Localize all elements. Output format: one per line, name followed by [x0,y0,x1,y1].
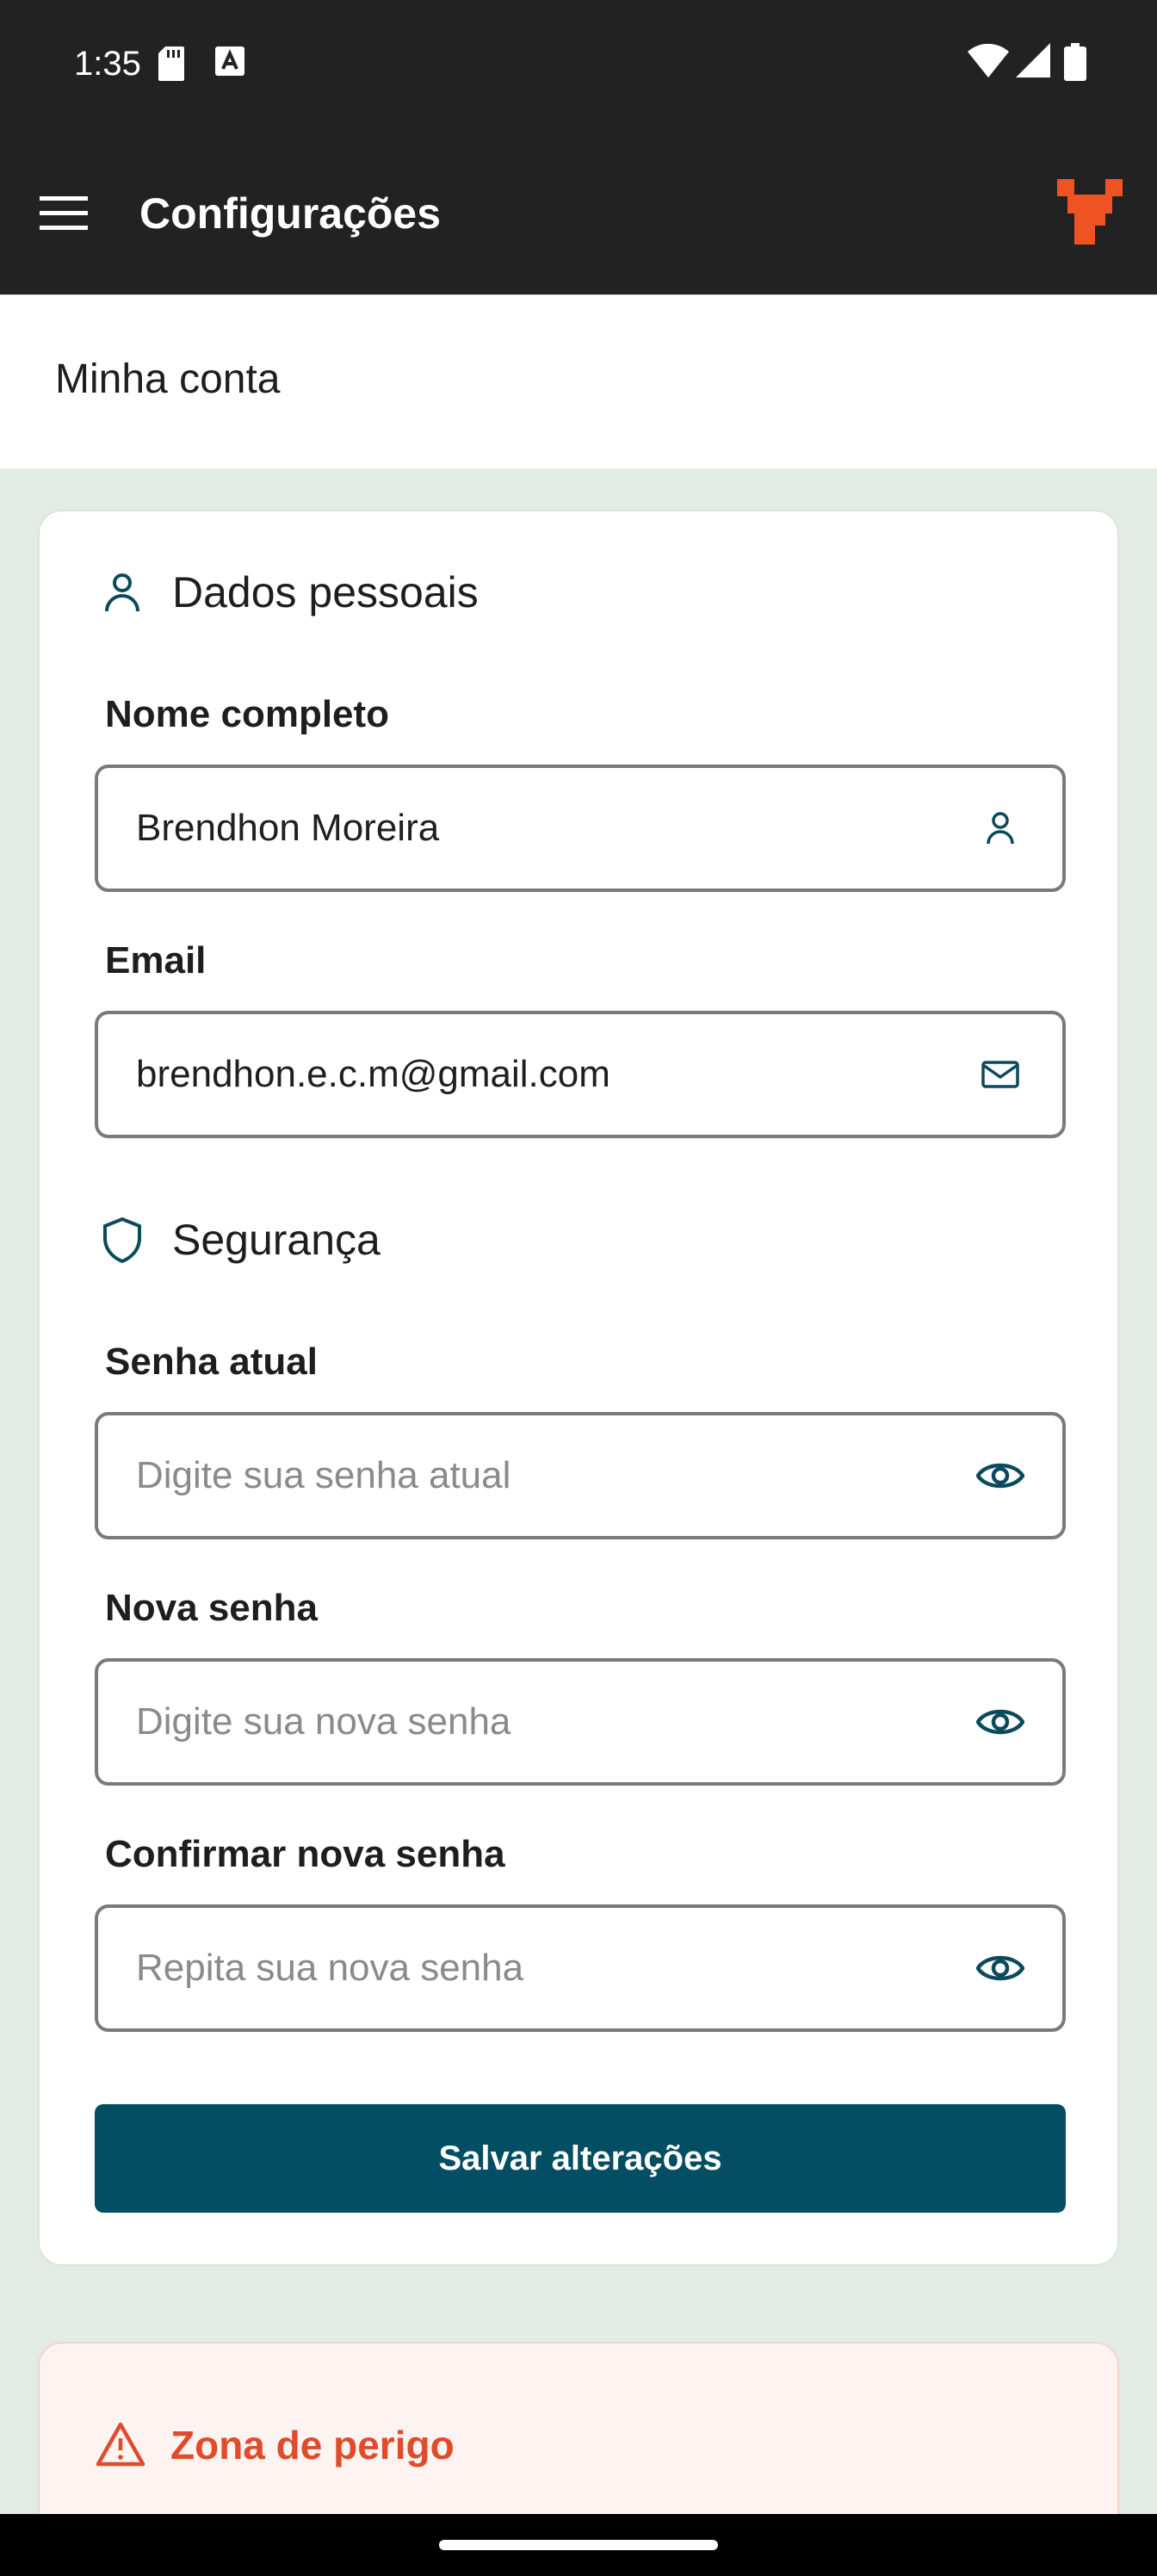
status-time: 1:35 [74,45,141,83]
name-value: Brendhon Moreira [136,807,440,849]
app-bar: Configurações [0,131,1157,294]
current-password-placeholder: Digite sua senha atual [136,1454,511,1496]
personal-data-header: Dados pessoais [98,565,479,620]
current-password-label: Senha atual [105,1341,318,1383]
personal-data-title: Dados pessoais [172,568,479,616]
new-password-field[interactable]: Digite sua nova senha [95,1658,1066,1786]
email-value: brendhon.e.c.m@gmail.com [136,1053,610,1095]
keyboard-a-icon [215,46,244,76]
system-navigation-bar [0,2514,1157,2576]
user-icon [987,812,1014,845]
confirm-password-field[interactable]: Repita sua nova senha [95,1904,1066,2032]
security-title: Segurança [172,1216,381,1264]
current-password-field[interactable]: Digite sua senha atual [95,1412,1066,1539]
battery-icon [1064,43,1086,81]
danger-zone-title: Zona de perigo [170,2423,455,2468]
subheader-title: Minha conta [55,356,281,402]
danger-zone-header: Zona de perigo [95,2419,455,2471]
eye-icon[interactable] [976,1452,1024,1500]
new-password-label: Nova senha [105,1587,318,1629]
shield-icon [103,1217,141,1264]
confirm-password-label: Confirmar nova senha [105,1833,505,1875]
hamburger-menu-icon [40,196,88,230]
name-field[interactable]: Brendhon Moreira [95,765,1066,892]
email-label: Email [105,939,207,981]
user-icon [105,573,139,612]
email-field[interactable]: brendhon.e.c.m@gmail.com [95,1011,1066,1138]
mail-icon [981,1061,1019,1088]
eye-icon[interactable] [976,1944,1024,1992]
home-gesture-handle[interactable] [439,2540,718,2550]
status-bar: 1:35 [0,0,1157,131]
subheader: Minha conta [0,294,1157,468]
security-header: Segurança [98,1212,381,1267]
warning-triangle-icon [96,2422,145,2467]
page-title: Configurações [139,189,442,238]
app-logo-icon [1057,179,1123,245]
wifi-icon [968,43,1009,77]
signal-icon [1016,43,1050,77]
account-settings-card: Dados pessoais Nome completo Brendhon Mo… [38,510,1119,2266]
confirm-password-placeholder: Repita sua nova senha [136,1947,524,1989]
eye-icon[interactable] [976,1698,1024,1746]
new-password-placeholder: Digite sua nova senha [136,1700,511,1743]
sd-card-icon [158,46,184,81]
name-label: Nome completo [105,693,390,735]
menu-button[interactable] [29,179,98,248]
save-button[interactable]: Salvar alterações [95,2104,1066,2213]
